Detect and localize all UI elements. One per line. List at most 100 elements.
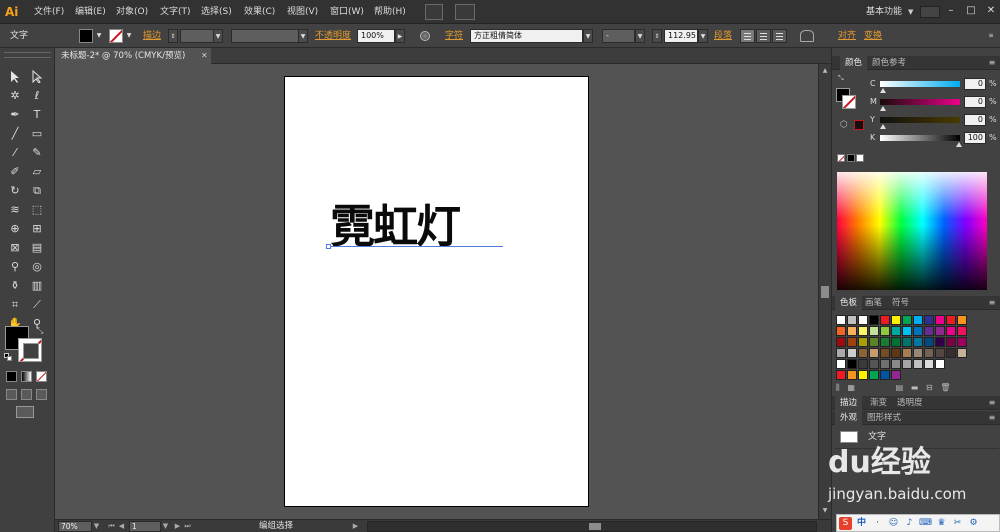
draw-inside-icon[interactable] (36, 389, 47, 400)
ime-skin-icon[interactable]: ♛ (935, 517, 948, 530)
pencil-tool-icon[interactable]: ✎ (28, 144, 46, 161)
swatch[interactable] (957, 337, 967, 347)
menu-object[interactable]: 对象(O) (116, 5, 148, 19)
text-anchor-point[interactable] (326, 244, 331, 249)
gradient-tool-icon[interactable]: ▤ (28, 239, 46, 256)
stroke-stepper[interactable]: ⇕ (168, 29, 178, 43)
white-quick-swatch[interactable] (856, 154, 864, 162)
stroke-swatch[interactable] (18, 338, 42, 362)
swatch[interactable] (869, 370, 879, 380)
panel-stroke-swatch[interactable] (842, 95, 856, 109)
yellow-slider[interactable] (880, 117, 960, 123)
swatch[interactable] (935, 326, 945, 336)
chevron-down-icon[interactable]: ▼ (92, 521, 101, 532)
paragraph-label[interactable]: 段落 (714, 29, 732, 43)
zoom-level-field[interactable]: 70% (58, 521, 92, 532)
scroll-down-icon[interactable]: ▼ (820, 506, 830, 516)
tab-graphic-styles[interactable]: 图形样式 (862, 411, 906, 425)
gamut-swatch[interactable] (854, 120, 864, 130)
maximize-button[interactable]: □ (962, 4, 980, 18)
swatch[interactable] (957, 326, 967, 336)
swatch[interactable] (891, 315, 901, 325)
swatch[interactable] (935, 337, 945, 347)
minimize-button[interactable]: – (942, 4, 960, 18)
artwork-text[interactable]: 霓虹灯 (330, 198, 510, 256)
swatch[interactable] (858, 359, 868, 369)
swatch[interactable] (880, 337, 890, 347)
column-graph-tool-icon[interactable]: ▥ (28, 277, 46, 294)
ime-language-toggle[interactable]: 中 (855, 517, 868, 530)
ime-settings-icon[interactable]: ⚙ (967, 517, 980, 530)
swatch[interactable] (902, 315, 912, 325)
swatch[interactable] (858, 348, 868, 358)
swatch[interactable] (836, 348, 846, 358)
direct-selection-tool-icon[interactable] (28, 68, 46, 85)
swatch[interactable] (946, 326, 956, 336)
ime-emoji-icon[interactable]: ☺ (887, 517, 900, 530)
swatch[interactable] (902, 326, 912, 336)
swatch[interactable] (836, 326, 846, 336)
menu-type[interactable]: 文字(T) (160, 5, 191, 19)
none-mode-icon[interactable] (36, 371, 47, 382)
fill-color-swatch[interactable] (79, 29, 93, 43)
black-slider[interactable] (880, 135, 960, 141)
status-menu-icon[interactable]: ▶ (351, 521, 360, 532)
magenta-slider-thumb[interactable] (880, 106, 886, 111)
next-artboard-icon[interactable]: ▶ (173, 521, 182, 532)
swatch[interactable] (858, 370, 868, 380)
menu-help[interactable]: 帮助(H) (374, 5, 406, 19)
yellow-input[interactable]: 0 (964, 114, 986, 126)
swatch[interactable] (957, 348, 967, 358)
tab-color[interactable]: 颜色 (840, 56, 868, 70)
tab-appearance[interactable]: 外观 (835, 411, 863, 425)
black-input[interactable]: 100 (964, 132, 986, 144)
swatch[interactable] (869, 326, 879, 336)
align-center-button[interactable] (756, 29, 771, 43)
gradient-mode-icon[interactable] (21, 371, 32, 382)
magenta-slider[interactable] (880, 99, 960, 105)
chevron-down-icon[interactable]: ▼ (161, 521, 170, 532)
tab-color-guide[interactable]: 颜色参考 (867, 56, 911, 70)
tab-stroke[interactable]: 描边 (835, 396, 863, 410)
stroke-color-swatch[interactable] (109, 29, 123, 43)
menu-effect[interactable]: 效果(C) (244, 5, 275, 19)
shape-builder-tool-icon[interactable]: ⊕ (6, 220, 24, 237)
align-left-button[interactable] (740, 29, 755, 43)
swatch-grid[interactable] (836, 315, 986, 381)
screen-mode-icon[interactable] (16, 406, 34, 418)
swatch[interactable] (924, 337, 934, 347)
ime-tools-icon[interactable]: ✂ (951, 517, 964, 530)
swatch[interactable] (946, 337, 956, 347)
tab-transparency[interactable]: 透明度 (892, 396, 928, 410)
menu-view[interactable]: 视图(V) (287, 5, 318, 19)
swatch[interactable] (902, 348, 912, 358)
swatch[interactable] (891, 326, 901, 336)
horizontal-scrollbar[interactable] (367, 521, 817, 532)
swatch[interactable] (836, 370, 846, 380)
previous-artboard-icon[interactable]: ◀ (117, 521, 126, 532)
chevron-down-icon[interactable]: ▼ (583, 29, 593, 43)
rectangle-tool-icon[interactable]: ▭ (28, 125, 46, 142)
new-color-group-icon[interactable]: ▬ (911, 383, 919, 392)
swatch[interactable] (880, 315, 890, 325)
swatch[interactable] (880, 326, 890, 336)
swatch[interactable] (957, 315, 967, 325)
swatch[interactable] (913, 359, 923, 369)
last-artboard-icon[interactable]: ⏭ (183, 521, 192, 532)
swatch[interactable] (935, 359, 945, 369)
font-style-input[interactable]: - (602, 29, 635, 43)
swatch[interactable] (858, 315, 868, 325)
color-mode-icon[interactable] (6, 371, 17, 382)
align-label[interactable]: 对齐 (838, 29, 856, 43)
ime-logo-icon[interactable]: S (839, 517, 852, 530)
variable-width-field[interactable] (231, 29, 299, 43)
swatch[interactable] (891, 359, 901, 369)
chevron-down-icon[interactable]: ▼ (298, 29, 308, 43)
panel-menu-icon[interactable]: ≡ (986, 412, 998, 424)
panel-menu-icon[interactable]: ≡ (986, 29, 996, 43)
yellow-slider-thumb[interactable] (880, 124, 886, 129)
font-size-input[interactable]: 112.95 (664, 29, 698, 43)
pen-tool-icon[interactable]: ✒ (6, 106, 24, 123)
swatch[interactable] (880, 359, 890, 369)
panel-menu-icon[interactable]: ≡ (986, 397, 998, 409)
